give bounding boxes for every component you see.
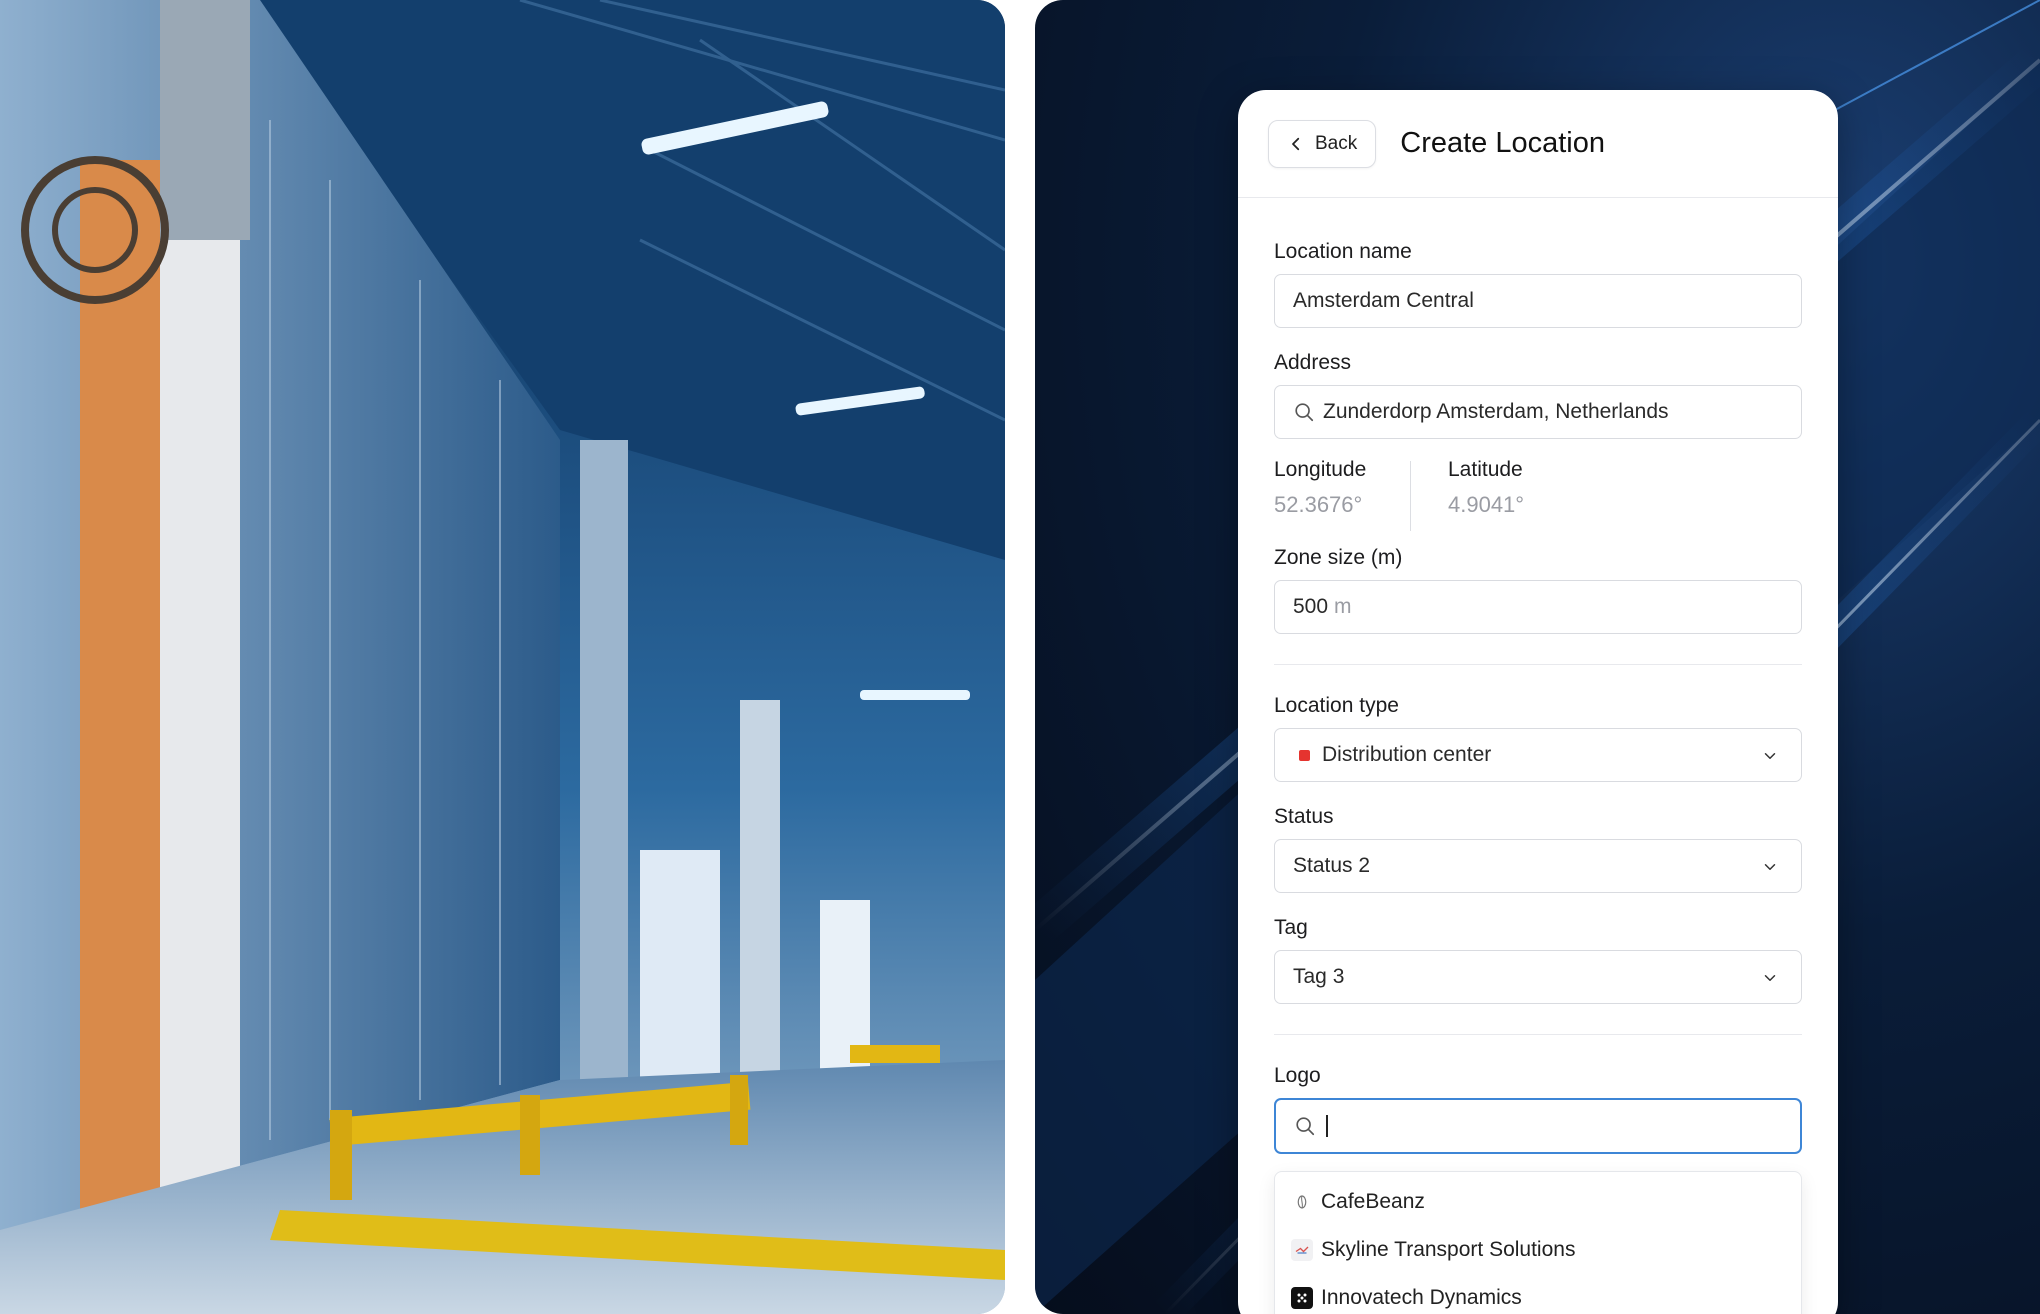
- text-caret: [1326, 1115, 1328, 1137]
- logo-options-dropdown: CafeBeanz Skyline Transport Solutions In…: [1274, 1171, 1802, 1314]
- zone-size-label: Zone size (m): [1274, 546, 1403, 569]
- innovatech-logo-icon: [1291, 1287, 1313, 1309]
- address-label: Address: [1274, 351, 1352, 374]
- zone-size-value: 500: [1293, 595, 1329, 618]
- section-divider: [1274, 664, 1802, 665]
- logo-label: Logo: [1274, 1064, 1321, 1087]
- chevron-down-icon: [1764, 864, 1776, 870]
- tag-label: Tag: [1274, 916, 1308, 939]
- location-type-value: Distribution center: [1322, 743, 1492, 766]
- longitude-value: 52.3676°: [1274, 492, 1363, 517]
- location-name-label: Location name: [1274, 240, 1412, 263]
- address-value: Zunderdorp Amsterdam, Netherlands: [1323, 400, 1669, 423]
- address-search-input[interactable]: Zunderdorp Amsterdam, Netherlands: [1274, 385, 1802, 439]
- page-title: Create Location: [1400, 127, 1605, 159]
- chevron-down-icon: [1764, 753, 1776, 759]
- location-name-value: Amsterdam Central: [1293, 289, 1474, 312]
- logo-option-skyline[interactable]: Skyline Transport Solutions: [1275, 1226, 1801, 1274]
- search-icon: [1296, 1117, 1315, 1136]
- tag-value: Tag 3: [1293, 965, 1345, 988]
- warehouse-illustration: [0, 0, 1005, 1314]
- location-type-color-dot: [1299, 749, 1310, 761]
- search-icon: [1295, 403, 1314, 422]
- zone-size-unit: m: [1334, 595, 1352, 618]
- back-button-label: Back: [1315, 132, 1358, 154]
- logo-option-label: Innovatech Dynamics: [1321, 1286, 1522, 1309]
- coordinate-divider: [1410, 461, 1411, 531]
- chevron-down-icon: [1764, 975, 1776, 981]
- status-select[interactable]: Status 2: [1274, 839, 1802, 893]
- coffee-bean-icon: [1291, 1191, 1313, 1213]
- create-location-card: Back Create Location Location name Amste…: [1238, 90, 1838, 1314]
- warehouse-photo: [0, 0, 1005, 1314]
- status-label: Status: [1274, 805, 1334, 828]
- logo-search-input[interactable]: [1274, 1098, 1802, 1154]
- location-type-select[interactable]: Distribution center: [1274, 728, 1802, 782]
- zone-size-input[interactable]: 500 m: [1274, 580, 1802, 634]
- back-button[interactable]: Back: [1268, 119, 1377, 168]
- latitude-value: 4.9041°: [1448, 492, 1525, 517]
- section-divider: [1274, 1034, 1802, 1035]
- latitude-label: Latitude: [1448, 458, 1523, 481]
- logo-option-label: Skyline Transport Solutions: [1321, 1238, 1576, 1261]
- longitude-label: Longitude: [1274, 458, 1367, 481]
- chevron-left-icon: [1292, 137, 1300, 150]
- skyline-logo-icon: [1291, 1239, 1313, 1261]
- logo-option-innovatech[interactable]: Innovatech Dynamics: [1275, 1274, 1801, 1314]
- logo-option-label: CafeBeanz: [1321, 1190, 1425, 1213]
- location-name-input[interactable]: Amsterdam Central: [1274, 274, 1802, 328]
- logo-option-cafebeanz[interactable]: CafeBeanz: [1275, 1178, 1801, 1226]
- tag-select[interactable]: Tag 3: [1274, 950, 1802, 1004]
- location-type-label: Location type: [1274, 694, 1399, 717]
- status-value: Status 2: [1293, 854, 1371, 877]
- card-header: Back Create Location: [1238, 90, 1838, 198]
